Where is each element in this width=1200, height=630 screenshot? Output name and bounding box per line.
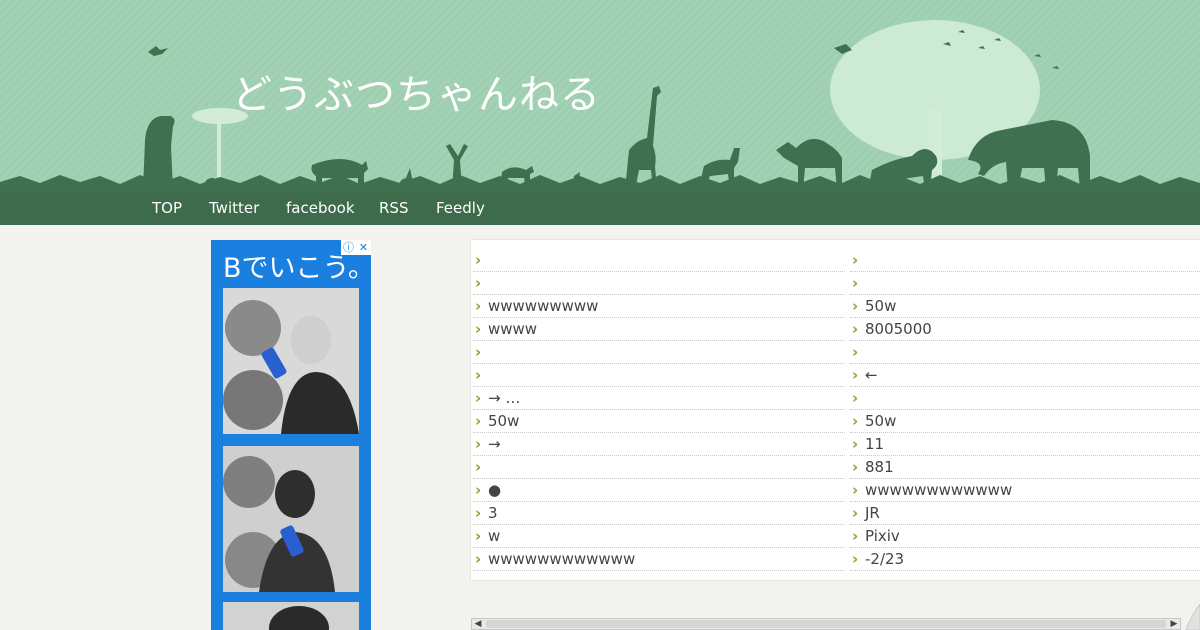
chevron-right-icon: › [852,481,859,499]
article-row-right[interactable]: › Pixiv [850,525,1200,548]
chevron-right-icon: › [475,366,482,384]
chevron-right-icon: › [475,274,482,292]
grass-strip [0,175,1200,192]
article-row-right[interactable]: › 11 [850,433,1200,456]
scroll-right-icon[interactable]: ▶ [1168,619,1180,629]
article-title-link[interactable]: 50w [488,410,519,432]
article-title-link[interactable]: wwww [488,318,537,340]
bird-icon [148,46,168,56]
chevron-right-icon: › [475,527,482,545]
article-list-panel: › › › wwwwwwwww › wwww › › › → … › 50w › → › › ● › 3 › w › w… [471,240,1200,580]
article-title-link[interactable]: -2/23 [865,548,904,570]
article-title-link[interactable]: wwwwwwwww [488,295,598,317]
article-title-link[interactable]: wwwwwwwwwwww [488,548,635,570]
article-row-left[interactable]: › wwwwwwwwwwww [473,548,845,571]
article-row-right[interactable]: › wwwwwwwwwwww [850,479,1200,502]
article-title-link[interactable]: ● [488,479,501,501]
chevron-right-icon: › [852,297,859,315]
giraffe-icon [625,86,661,190]
scrollbar-thumb[interactable] [486,620,1166,628]
bird-icon [1034,54,1041,57]
article-row-left[interactable]: › [473,272,845,295]
article-row-right[interactable]: › [850,272,1200,295]
article-row-right[interactable]: › [850,341,1200,364]
main-nav: TOP Twitter facebook RSS Feedly [0,192,1200,225]
article-title-link[interactable]: wwwwwwwwwwww [865,479,1012,501]
chevron-right-icon: › [475,389,482,407]
nav-item-top[interactable]: TOP [152,192,182,225]
article-row-right[interactable]: › 50w [850,410,1200,433]
article-row-right[interactable]: › [850,249,1200,272]
chevron-right-icon: › [475,251,482,269]
scroll-left-icon[interactable]: ◀ [472,619,484,629]
chevron-right-icon: › [475,550,482,568]
chevron-right-icon: › [852,320,859,338]
chevron-right-icon: › [852,458,859,476]
sidebar-ad-banner[interactable]: ⓘ ✕ Bでいこう。 [211,240,371,630]
article-title-link[interactable]: 50w [865,295,896,317]
chevron-right-icon: › [852,343,859,361]
chevron-right-icon: › [475,297,482,315]
chevron-right-icon: › [852,366,859,384]
site-header: どうぶつちゃんねる [0,0,1200,192]
chevron-right-icon: › [475,458,482,476]
article-row-left[interactable]: › [473,249,845,272]
nav-item-rss[interactable]: RSS [379,192,408,225]
article-row-right[interactable]: › [850,387,1200,410]
ad-photo-1 [223,288,359,434]
chevron-right-icon: › [475,412,482,430]
site-title[interactable]: どうぶつちゃんねる [232,62,601,120]
nav-item-feedly[interactable]: Feedly [436,192,485,225]
article-row-left[interactable]: › [473,341,845,364]
article-title-link[interactable]: 11 [865,433,884,455]
chevron-right-icon: › [852,274,859,292]
article-row-right[interactable]: › JR [850,502,1200,525]
chevron-right-icon: › [852,504,859,522]
chevron-right-icon: › [475,343,482,361]
article-row-right[interactable]: › 881 [850,456,1200,479]
chevron-right-icon: › [852,412,859,430]
article-title-link[interactable]: Pixiv [865,525,900,547]
article-row-left[interactable]: › wwww [473,318,845,341]
article-title-link[interactable]: 50w [865,410,896,432]
article-title-link[interactable]: → … [488,387,520,409]
chevron-right-icon: › [475,435,482,453]
article-title-link[interactable]: w [488,525,500,547]
article-row-left[interactable]: › wwwwwwwww [473,295,845,318]
article-title-link[interactable]: → [488,433,501,455]
article-row-right[interactable]: › 8005000 [850,318,1200,341]
article-row-right[interactable]: › -2/23 [850,548,1200,571]
ad-photo-2 [223,446,359,592]
chevron-right-icon: › [852,251,859,269]
article-row-left[interactable]: › → [473,433,845,456]
article-row-left[interactable]: › ● [473,479,845,502]
ad-headline: Bでいこう。 [223,253,371,284]
chevron-right-icon: › [475,481,482,499]
article-row-right[interactable]: › 50w [850,295,1200,318]
article-row-left[interactable]: › 3 [473,502,845,525]
chevron-right-icon: › [475,504,482,522]
article-title-link[interactable]: ← [865,364,878,386]
ad-photo-3 [223,602,359,630]
article-row-left[interactable]: › [473,364,845,387]
article-row-left[interactable]: › [473,456,845,479]
article-row-left[interactable]: › → … [473,387,845,410]
article-row-left[interactable]: › w [473,525,845,548]
nav-item-twitter[interactable]: Twitter [209,192,259,225]
horizontal-scrollbar[interactable]: ◀ ▶ [471,618,1181,630]
chevron-right-icon: › [852,527,859,545]
article-row-right[interactable]: › ← [850,364,1200,387]
chevron-right-icon: › [852,550,859,568]
chevron-right-icon: › [852,435,859,453]
article-row-left[interactable]: › 50w [473,410,845,433]
article-title-link[interactable]: 881 [865,456,894,478]
nav-item-facebook[interactable]: facebook [286,192,355,225]
article-title-link[interactable]: 8005000 [865,318,932,340]
chevron-right-icon: › [475,320,482,338]
article-title-link[interactable]: JR [865,502,880,524]
page-corner-decoration [1185,604,1200,630]
bird-icon [1052,66,1059,69]
chevron-right-icon: › [852,389,859,407]
article-title-link[interactable]: 3 [488,502,498,524]
